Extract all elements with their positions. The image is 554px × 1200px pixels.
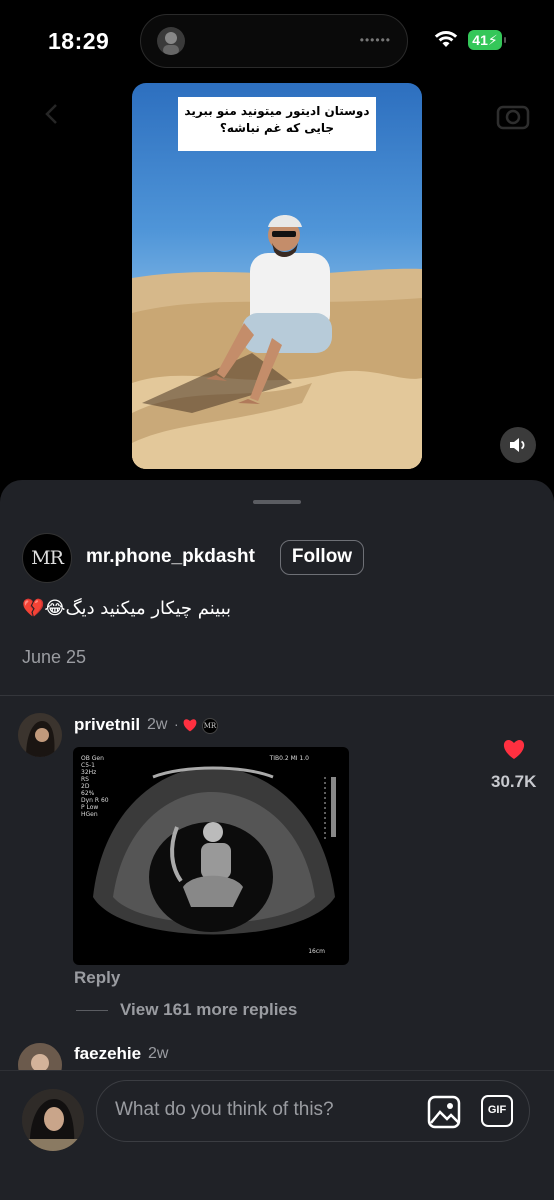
ultrasound-depth-text: 16cm <box>308 948 325 955</box>
comment-input-box[interactable]: GIF <box>96 1080 530 1142</box>
sound-toggle-button[interactable] <box>500 427 536 463</box>
replies-divider <box>76 1010 108 1011</box>
video-caption: دوستان ادیتور میتونید منو ببرید جایی که … <box>178 97 376 151</box>
speaker-icon <box>510 438 525 452</box>
poster-avatar[interactable]: MR <box>22 533 72 583</box>
reel-video[interactable]: دوستان ادیتور میتونید منو ببرید جایی که … <box>132 83 422 469</box>
ultrasound-scan <box>93 766 336 935</box>
back-arrow-icon[interactable] <box>40 102 64 126</box>
island-avatar <box>157 27 185 55</box>
wifi-icon <box>434 31 458 47</box>
creator-liked-heart-icon <box>183 719 197 732</box>
comment-composer: GIF <box>0 1070 554 1200</box>
reply-button[interactable]: Reply <box>74 968 120 988</box>
camera-icon[interactable] <box>496 100 530 130</box>
gif-button[interactable]: GIF <box>481 1095 513 1127</box>
comment-username[interactable]: faezehie <box>74 1044 141 1064</box>
comment-like-count: 30.7K <box>491 772 537 791</box>
clock: 18:29 <box>48 28 110 54</box>
my-avatar[interactable] <box>22 1089 84 1151</box>
comment-input[interactable] <box>115 1099 415 1121</box>
ultrasound-header-text: TIB0.2 MI 1.0 <box>269 755 309 762</box>
image-icon[interactable] <box>427 1095 461 1129</box>
status-bar: 18:29 •••••• 41⚡ <box>0 0 554 80</box>
divider <box>0 695 554 696</box>
comment-username[interactable]: privetnil <box>74 715 140 735</box>
comment-separator: · <box>174 716 179 732</box>
view-more-replies-button[interactable]: View 161 more replies <box>120 1000 297 1020</box>
post-caption: ببینم چیکار میکنید دیگ😂💔 <box>22 598 232 619</box>
creator-mini-avatar: MR <box>202 718 218 734</box>
charging-bolt-icon: ⚡ <box>487 32 498 48</box>
dynamic-island[interactable]: •••••• <box>140 14 408 68</box>
comment-time: 2w <box>147 716 168 733</box>
follow-button[interactable]: Follow <box>280 540 364 575</box>
battery-indicator: 41⚡ <box>468 30 506 50</box>
ultrasound-settings-text: OB Gen C5-1 32Hz RS 2D 62% Dyn R 60 P Lo… <box>81 755 109 818</box>
commenter-avatar[interactable] <box>18 713 62 757</box>
poster-username[interactable]: mr.phone_pkdasht <box>86 546 255 568</box>
comment-time: 2w <box>148 1045 169 1062</box>
post-date: June 25 <box>22 647 87 667</box>
sheet-drag-handle[interactable] <box>253 500 301 504</box>
comment-ultrasound-image[interactable]: OB Gen C5-1 32Hz RS 2D 62% Dyn R 60 P Lo… <box>73 747 349 965</box>
comment-like-heart-icon[interactable] <box>502 738 526 760</box>
island-waveform-icon: •••••• <box>359 33 391 47</box>
comments-sheet: MR mr.phone_pkdasht Follow ببینم چیکار م… <box>0 480 554 1200</box>
